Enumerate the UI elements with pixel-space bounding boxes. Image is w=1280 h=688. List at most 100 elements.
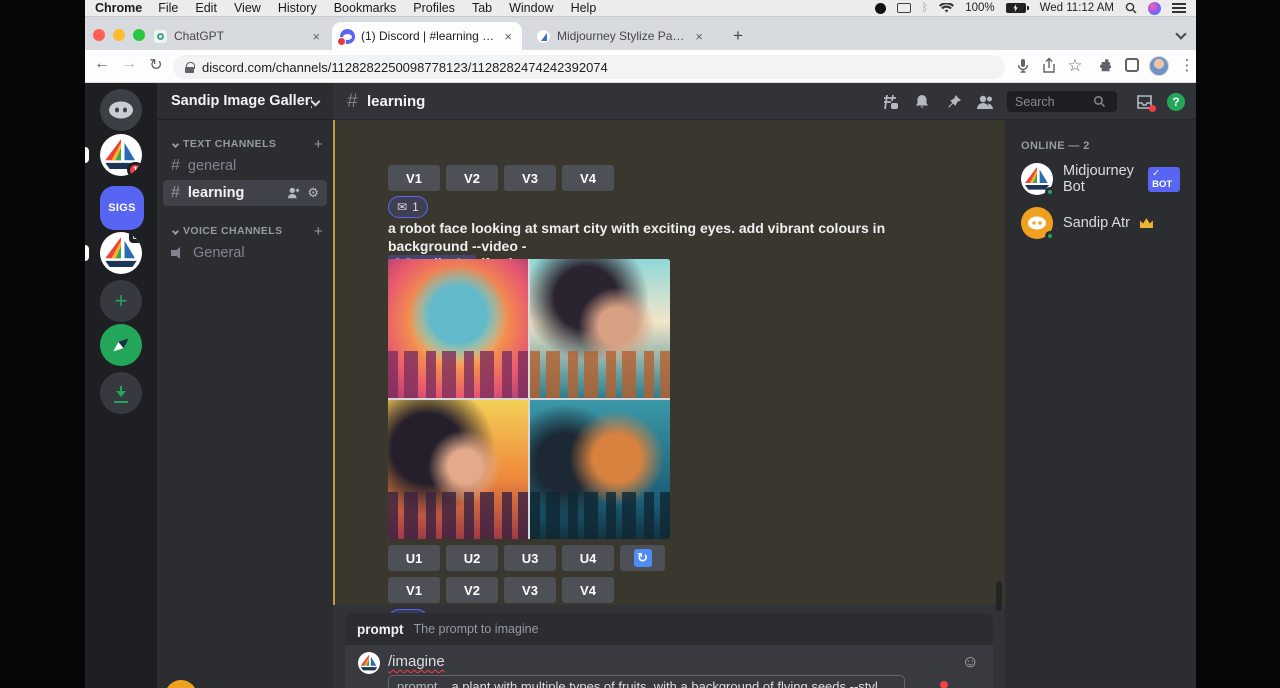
invite-people-icon[interactable] — [287, 186, 301, 200]
tab-discord[interactable]: (1) Discord | #learning | Sandip × — [332, 22, 522, 50]
v3-button[interactable]: V3 — [504, 577, 556, 603]
spotlight-search-icon[interactable] — [1125, 2, 1137, 14]
close-window-button[interactable] — [93, 29, 105, 41]
menu-item-file[interactable]: File — [158, 1, 178, 15]
menu-item-history[interactable]: History — [278, 1, 317, 15]
url-text[interactable]: discord.com/channels/1128282250098778123… — [202, 60, 608, 75]
member-list-icon[interactable] — [974, 91, 996, 113]
threads-icon[interactable] — [879, 91, 901, 113]
generated-image-3[interactable] — [388, 400, 528, 539]
forward-button[interactable]: → — [118, 55, 140, 73]
message-composer[interactable]: /imagine ☺ prompt — [345, 645, 993, 688]
slash-command-autocomplete[interactable]: prompt The prompt to imagine — [345, 613, 993, 645]
menu-item-view[interactable]: View — [234, 1, 261, 15]
siri-icon[interactable] — [1148, 2, 1161, 15]
notifications-bell-icon[interactable] — [911, 91, 933, 113]
prompt-option-box[interactable]: prompt — [388, 675, 905, 688]
chevron-down-icon — [172, 140, 179, 147]
v3-button[interactable]: V3 — [504, 165, 556, 191]
channel-general[interactable]: # general — [163, 153, 327, 179]
explore-servers-button[interactable] — [100, 324, 142, 366]
search-box[interactable] — [1007, 91, 1117, 112]
server-icon-sailboat-2[interactable] — [100, 232, 142, 274]
emoji-picker-icon[interactable]: ☺ — [962, 652, 979, 672]
share-icon[interactable] — [1039, 56, 1059, 76]
menu-bar-clock[interactable]: Wed 11:12 AM — [1040, 2, 1114, 14]
zoom-window-button[interactable] — [133, 29, 145, 41]
mic-icon[interactable] — [1013, 56, 1033, 76]
pinned-messages-icon[interactable] — [943, 91, 965, 113]
voice-channels-category[interactable]: VOICE CHANNELS + — [157, 222, 333, 240]
envelope-reaction[interactable]: ✉ 1 — [388, 196, 428, 218]
address-bar[interactable]: discord.com/channels/1128282250098778123… — [173, 55, 1005, 79]
create-channel-icon[interactable]: + — [314, 136, 323, 153]
bookmark-star-icon[interactable]: ☆ — [1065, 56, 1085, 76]
display-icon[interactable] — [897, 3, 911, 13]
tab-chatgpt[interactable]: ChatGPT × — [145, 22, 330, 50]
voice-channel-general[interactable]: General — [163, 240, 327, 266]
u3-button[interactable]: U3 — [504, 545, 556, 571]
v1-button[interactable]: V1 — [388, 577, 440, 603]
imagine-command-text[interactable]: /imagine — [388, 653, 445, 670]
chat-scrollbar[interactable] — [996, 581, 1002, 611]
server-header[interactable]: Sandip Image Gallery Se... — [157, 83, 333, 120]
chevron-down-icon — [311, 96, 321, 106]
new-tab-button[interactable]: + — [733, 26, 743, 46]
bluetooth-icon[interactable]: ᛒ — [922, 2, 929, 14]
menu-item-window[interactable]: Window — [509, 1, 553, 15]
generated-image-2[interactable] — [530, 259, 670, 398]
control-center-icon[interactable] — [1172, 3, 1186, 13]
inbox-icon[interactable] — [1133, 91, 1155, 113]
reading-mode-icon[interactable] — [1125, 58, 1139, 72]
menu-item-tab[interactable]: Tab — [472, 1, 492, 15]
reroll-button[interactable]: ↻ — [620, 545, 665, 571]
v4-button[interactable]: V4 — [562, 577, 614, 603]
member-midjourney-bot[interactable]: Midjourney Bot ✓ BOT — [1013, 158, 1188, 200]
prompt-option-input[interactable] — [449, 678, 879, 688]
u4-button[interactable]: U4 — [562, 545, 614, 571]
minimize-window-button[interactable] — [113, 29, 125, 41]
search-input[interactable] — [1013, 94, 1093, 110]
member-sandip-atr[interactable]: Sandip Atr — [1013, 202, 1188, 244]
reload-button[interactable]: ↻ — [145, 55, 167, 75]
server-icon-sigs[interactable]: SIGS — [100, 186, 144, 230]
help-button[interactable]: ? — [1165, 91, 1187, 113]
bot-badge: ✓ BOT — [1148, 167, 1180, 192]
wifi-icon[interactable] — [939, 3, 954, 14]
browser-menu-icon[interactable]: ⋮ — [1177, 56, 1196, 76]
lock-icon[interactable] — [185, 62, 194, 73]
back-button[interactable]: ← — [91, 55, 113, 73]
discord-home-button[interactable] — [100, 89, 142, 131]
channel-learning[interactable]: # learning ⚙ — [163, 180, 327, 206]
browser-profile-avatar[interactable] — [1149, 56, 1169, 76]
tab-search-chevron-icon[interactable] — [1175, 28, 1186, 39]
close-tab-icon[interactable]: × — [693, 29, 705, 44]
user-panel-avatar[interactable] — [165, 680, 197, 688]
menu-item-bookmarks[interactable]: Bookmarks — [334, 1, 397, 15]
channel-settings-gear-icon[interactable]: ⚙ — [307, 185, 319, 201]
v2-button[interactable]: V2 — [446, 577, 498, 603]
close-tab-icon[interactable]: × — [310, 29, 322, 44]
midjourney-image-grid[interactable] — [388, 259, 670, 539]
menu-app-name[interactable]: Chrome — [95, 1, 142, 15]
discord-app: 1 SIGS + TEXT CHANNELS + — [85, 83, 1196, 688]
v1-button[interactable]: V1 — [388, 165, 440, 191]
server-icon-sailboat-1[interactable]: 1 — [100, 134, 142, 176]
generated-image-4[interactable] — [530, 400, 670, 539]
download-apps-button[interactable] — [100, 372, 142, 414]
tab-midjourney[interactable]: Midjourney Stylize Parameter × — [528, 22, 713, 50]
v2-button[interactable]: V2 — [446, 165, 498, 191]
generated-image-1[interactable] — [388, 259, 528, 398]
create-channel-icon[interactable]: + — [314, 223, 323, 240]
u1-button[interactable]: U1 — [388, 545, 440, 571]
close-tab-icon[interactable]: × — [502, 29, 514, 44]
menu-item-edit[interactable]: Edit — [195, 1, 217, 15]
menu-item-profiles[interactable]: Profiles — [413, 1, 455, 15]
extensions-puzzle-icon[interactable] — [1097, 56, 1117, 76]
screen-record-icon[interactable] — [875, 3, 886, 14]
menu-item-help[interactable]: Help — [571, 1, 597, 15]
text-channels-category[interactable]: TEXT CHANNELS + — [157, 135, 333, 153]
u2-button[interactable]: U2 — [446, 545, 498, 571]
add-server-button[interactable]: + — [100, 280, 142, 322]
v4-button[interactable]: V4 — [562, 165, 614, 191]
